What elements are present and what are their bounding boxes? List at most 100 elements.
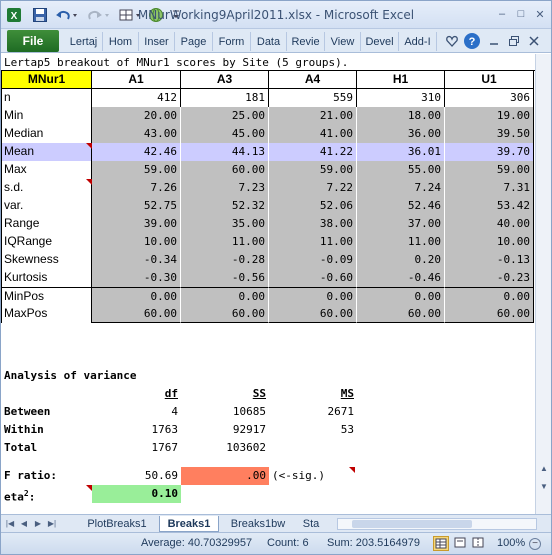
stat-value[interactable]: 52.06 — [269, 197, 357, 215]
stat-value[interactable]: -0.09 — [269, 251, 357, 269]
help-icon[interactable]: ? — [463, 32, 481, 50]
zoom-level[interactable]: 100% — [497, 537, 525, 549]
header-u1[interactable]: U1 — [445, 71, 534, 89]
tab-developer[interactable]: Devel — [361, 32, 399, 51]
stat-value[interactable]: 41.00 — [269, 125, 357, 143]
stat-value[interactable]: 45.00 — [181, 125, 269, 143]
stat-value[interactable]: 52.75 — [92, 197, 181, 215]
tab-review[interactable]: Revie — [287, 32, 325, 51]
zoom-out-icon[interactable]: − — [529, 538, 541, 550]
stat-label[interactable]: Range — [1, 215, 92, 233]
stat-value[interactable]: 44.13 — [181, 143, 269, 161]
header-a3[interactable]: A3 — [181, 71, 269, 89]
stat-value[interactable]: 7.26 — [92, 179, 181, 197]
page-layout-icon[interactable] — [453, 536, 469, 551]
stat-value[interactable]: 60.00 — [92, 305, 181, 323]
breakout-heading[interactable]: Lertap5 breakout of MNur1 scores by Site… — [1, 54, 535, 71]
eta-label[interactable]: eta2: — [1, 485, 92, 503]
stat-value[interactable]: 60.00 — [181, 305, 269, 323]
stat-value[interactable]: 11.00 — [357, 233, 445, 251]
stat-value[interactable]: 0.20 — [357, 251, 445, 269]
worksheet-grid[interactable]: Lertap5 breakout of MNur1 scores by Site… — [1, 54, 535, 514]
stat-value[interactable]: 7.23 — [181, 179, 269, 197]
normal-view-icon[interactable] — [433, 536, 449, 551]
stat-label[interactable]: Mean — [1, 143, 92, 161]
eta-value[interactable]: 0.10 — [92, 485, 181, 503]
tab-breaks1[interactable]: Breaks1 — [159, 516, 219, 532]
anova-ss[interactable]: 92917 — [181, 421, 269, 439]
anova-header-ss[interactable]: SS — [253, 387, 266, 400]
stat-value[interactable]: 39.50 — [445, 125, 534, 143]
tab-form[interactable]: Form — [213, 32, 251, 51]
next-sheet-arrow[interactable]: ▶ — [33, 518, 43, 530]
stat-value[interactable]: 59.00 — [445, 161, 534, 179]
maximize-button[interactable]: □ — [512, 6, 530, 22]
prev-sheet-arrow[interactable]: ◀ — [19, 518, 29, 530]
stat-value[interactable]: 18.00 — [357, 107, 445, 125]
stat-value[interactable]: 0.00 — [181, 287, 269, 305]
stat-value[interactable]: 43.00 — [92, 125, 181, 143]
vertical-scrollbar[interactable]: ▲ ▼ — [535, 54, 551, 514]
anova-label[interactable]: Total — [1, 439, 92, 457]
stat-value[interactable]: 310 — [357, 89, 445, 107]
restore-window-icon[interactable] — [505, 32, 523, 50]
header-a1[interactable]: A1 — [92, 71, 181, 89]
page-break-icon[interactable] — [471, 536, 487, 551]
stat-value[interactable]: 38.00 — [269, 215, 357, 233]
stat-value[interactable]: 0.00 — [445, 287, 534, 305]
anova-title[interactable]: Analysis of variance — [1, 367, 201, 385]
stat-value[interactable]: 39.70 — [445, 143, 534, 161]
last-sheet-arrow[interactable]: ▶| — [47, 518, 57, 530]
stat-value[interactable]: 60.00 — [181, 161, 269, 179]
stat-label[interactable]: var. — [1, 197, 92, 215]
stat-value[interactable]: 0.00 — [357, 287, 445, 305]
stat-value[interactable]: 42.46 — [92, 143, 181, 161]
stat-value[interactable]: 37.00 — [357, 215, 445, 233]
stat-value[interactable]: -0.46 — [357, 269, 445, 287]
stat-label[interactable]: Skewness — [1, 251, 92, 269]
stat-value[interactable]: 7.24 — [357, 179, 445, 197]
stat-value[interactable]: 412 — [92, 89, 181, 107]
tab-insert[interactable]: Inser — [139, 32, 175, 51]
stat-value[interactable]: 39.00 — [92, 215, 181, 233]
stat-value[interactable]: 7.22 — [269, 179, 357, 197]
stat-value[interactable]: 60.00 — [445, 305, 534, 323]
stat-value[interactable]: 559 — [269, 89, 357, 107]
stat-label[interactable]: IQRange — [1, 233, 92, 251]
stat-value[interactable]: 60.00 — [357, 305, 445, 323]
ribbon-minimize-icon[interactable] — [485, 32, 503, 50]
stat-value[interactable]: 35.00 — [181, 215, 269, 233]
stat-value[interactable]: 41.22 — [269, 143, 357, 161]
scroll-up-arrow[interactable]: ▲ — [537, 464, 551, 480]
tab-sta[interactable]: Sta — [299, 516, 323, 532]
stat-label[interactable]: Kurtosis — [1, 269, 92, 287]
close-button[interactable]: ✕ — [531, 6, 549, 22]
stat-value[interactable]: 20.00 — [92, 107, 181, 125]
tab-addins[interactable]: Add-I — [399, 32, 437, 51]
stat-value[interactable]: -0.23 — [445, 269, 534, 287]
stat-label[interactable]: Min — [1, 107, 92, 125]
stat-value[interactable]: 306 — [445, 89, 534, 107]
tab-view[interactable]: View — [325, 32, 361, 51]
stat-value[interactable]: -0.30 — [92, 269, 181, 287]
stat-value[interactable]: -0.56 — [181, 269, 269, 287]
stat-value[interactable]: 0.00 — [269, 287, 357, 305]
anova-header-ms[interactable]: MS — [341, 387, 354, 400]
anova-df[interactable]: 1767 — [92, 439, 181, 457]
header-h1[interactable]: H1 — [357, 71, 445, 89]
horizontal-scroll-thumb[interactable] — [352, 520, 472, 528]
stat-value[interactable]: -0.60 — [269, 269, 357, 287]
header-mnur1[interactable]: MNur1 — [1, 71, 92, 89]
stat-value[interactable]: 53.42 — [445, 197, 534, 215]
stat-value[interactable]: 36.00 — [357, 125, 445, 143]
stat-value[interactable]: 10.00 — [445, 233, 534, 251]
tab-home[interactable]: Hom — [103, 32, 139, 51]
anova-ms[interactable] — [269, 439, 357, 457]
stat-value[interactable]: 11.00 — [181, 233, 269, 251]
stat-value[interactable]: 60.00 — [269, 305, 357, 323]
stat-value[interactable]: 59.00 — [269, 161, 357, 179]
stat-label[interactable]: MinPos — [1, 287, 92, 305]
anova-label[interactable]: Within — [1, 421, 92, 439]
stat-value[interactable]: -0.13 — [445, 251, 534, 269]
f-ratio-label[interactable]: F ratio: — [1, 467, 92, 485]
